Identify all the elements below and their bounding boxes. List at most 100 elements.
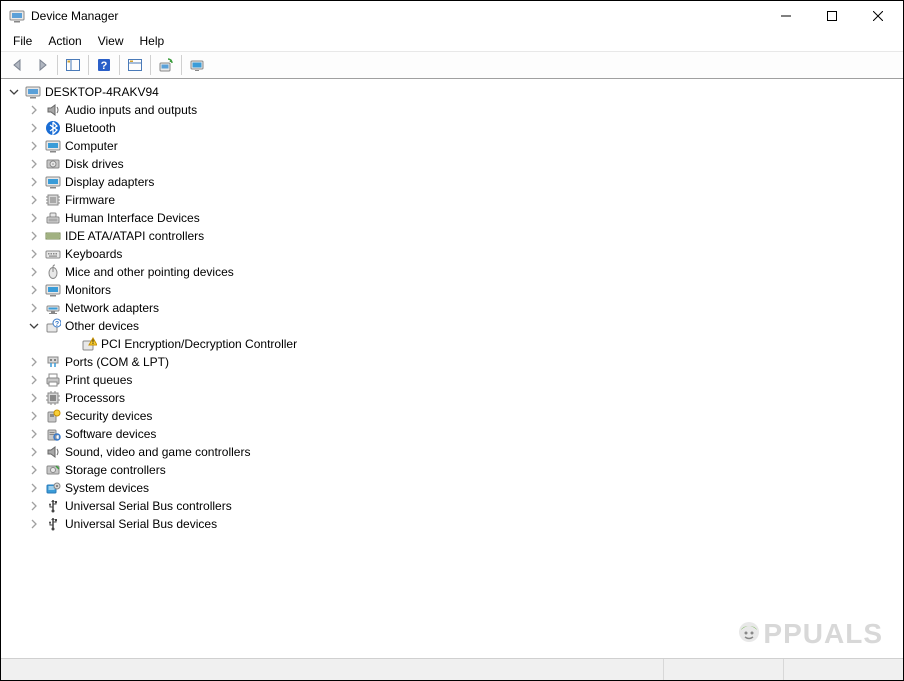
category-node[interactable]: Processors — [27, 389, 901, 407]
chevron-right-icon[interactable] — [27, 355, 41, 369]
maximize-button[interactable] — [809, 2, 855, 30]
category-node[interactable]: Firmware — [27, 191, 901, 209]
warning-icon: ! — [81, 336, 97, 352]
category-label: Monitors — [65, 283, 111, 297]
chevron-right-icon[interactable] — [27, 193, 41, 207]
category-node[interactable]: ?Other devices — [27, 317, 901, 335]
category-node[interactable]: Keyboards — [27, 245, 901, 263]
category-node[interactable]: Sound, video and game controllers — [27, 443, 901, 461]
chevron-right-icon[interactable] — [27, 265, 41, 279]
hid-icon — [45, 210, 61, 226]
category-node[interactable]: Monitors — [27, 281, 901, 299]
back-button[interactable] — [7, 54, 29, 76]
chevron-right-icon[interactable] — [27, 211, 41, 225]
category-node[interactable]: Print queues — [27, 371, 901, 389]
minimize-button[interactable] — [763, 2, 809, 30]
menu-file[interactable]: File — [5, 32, 40, 50]
printer-icon — [45, 372, 61, 388]
window-title: Device Manager — [31, 9, 763, 23]
category-label: Disk drives — [65, 157, 124, 171]
category-node[interactable]: Software devices — [27, 425, 901, 443]
system-icon — [45, 480, 61, 496]
category-node[interactable]: Security devices — [27, 407, 901, 425]
category-node[interactable]: Disk drives — [27, 155, 901, 173]
bluetooth-icon — [45, 120, 61, 136]
category-label: Bluetooth — [65, 121, 116, 135]
chevron-down-icon[interactable] — [7, 85, 21, 99]
chevron-right-icon[interactable] — [27, 103, 41, 117]
category-node[interactable]: Universal Serial Bus devices — [27, 515, 901, 533]
chevron-right-icon[interactable] — [27, 427, 41, 441]
toolbar-separator — [181, 55, 182, 75]
category-label: IDE ATA/ATAPI controllers — [65, 229, 204, 243]
properties-button[interactable] — [124, 54, 146, 76]
chevron-right-icon[interactable] — [27, 409, 41, 423]
category-label: Mice and other pointing devices — [65, 265, 234, 279]
security-icon — [45, 408, 61, 424]
svg-text:!: ! — [92, 340, 94, 346]
category-node[interactable]: System devices — [27, 479, 901, 497]
chip-icon — [45, 192, 61, 208]
category-label: Security devices — [65, 409, 152, 423]
mouse-icon — [45, 264, 61, 280]
category-node[interactable]: Mice and other pointing devices — [27, 263, 901, 281]
category-node[interactable]: Audio inputs and outputs — [27, 101, 901, 119]
titlebar: Device Manager — [1, 1, 903, 31]
category-label: Other devices — [65, 319, 139, 333]
update-driver-button[interactable] — [155, 54, 177, 76]
chevron-right-icon[interactable] — [27, 301, 41, 315]
disk-icon — [45, 156, 61, 172]
watermark-logo-icon — [733, 618, 765, 650]
category-node[interactable]: Universal Serial Bus controllers — [27, 497, 901, 515]
chevron-right-icon[interactable] — [27, 283, 41, 297]
root-node[interactable]: DESKTOP-4RAKV94 — [7, 83, 901, 101]
monitor-icon — [45, 138, 61, 154]
toolbar-separator — [119, 55, 120, 75]
status-cell — [783, 659, 903, 680]
toolbar-separator — [57, 55, 58, 75]
menu-action[interactable]: Action — [40, 32, 89, 50]
category-node[interactable]: Bluetooth — [27, 119, 901, 137]
chevron-right-icon[interactable] — [27, 121, 41, 135]
category-label: Audio inputs and outputs — [65, 103, 197, 117]
chevron-down-icon[interactable] — [27, 319, 41, 333]
help-button[interactable]: ? — [93, 54, 115, 76]
port-icon — [45, 354, 61, 370]
toolbar-separator — [150, 55, 151, 75]
category-node[interactable]: Computer — [27, 137, 901, 155]
category-label: Sound, video and game controllers — [65, 445, 250, 459]
category-node[interactable]: Display adapters — [27, 173, 901, 191]
category-label: Storage controllers — [65, 463, 166, 477]
chevron-right-icon[interactable] — [27, 499, 41, 513]
device-tree[interactable]: DESKTOP-4RAKV94 Audio inputs and outputs… — [1, 79, 903, 658]
menu-view[interactable]: View — [90, 32, 132, 50]
chevron-right-icon[interactable] — [27, 157, 41, 171]
category-node[interactable]: Human Interface Devices — [27, 209, 901, 227]
category-node[interactable]: IDE ATA/ATAPI controllers — [27, 227, 901, 245]
menu-help[interactable]: Help — [132, 32, 173, 50]
chevron-right-icon[interactable] — [27, 517, 41, 531]
category-label: Processors — [65, 391, 125, 405]
close-button[interactable] — [855, 2, 901, 30]
device-node[interactable]: !PCI Encryption/Decryption Controller — [63, 335, 901, 353]
root-label: DESKTOP-4RAKV94 — [45, 85, 159, 99]
show-hide-tree-button[interactable] — [62, 54, 84, 76]
chevron-right-icon[interactable] — [27, 139, 41, 153]
chevron-right-icon[interactable] — [27, 391, 41, 405]
chevron-right-icon[interactable] — [27, 175, 41, 189]
forward-button[interactable] — [31, 54, 53, 76]
scan-hardware-button[interactable] — [186, 54, 208, 76]
category-node[interactable]: Storage controllers — [27, 461, 901, 479]
category-node[interactable]: Ports (COM & LPT) — [27, 353, 901, 371]
chevron-right-icon[interactable] — [27, 229, 41, 243]
category-label: Print queues — [65, 373, 132, 387]
chevron-right-icon[interactable] — [27, 445, 41, 459]
category-label: Software devices — [65, 427, 156, 441]
chevron-right-icon[interactable] — [27, 463, 41, 477]
category-label: Firmware — [65, 193, 115, 207]
chevron-right-icon[interactable] — [27, 247, 41, 261]
category-node[interactable]: Network adapters — [27, 299, 901, 317]
chevron-right-icon[interactable] — [27, 373, 41, 387]
chevron-right-icon[interactable] — [27, 481, 41, 495]
storage-icon — [45, 462, 61, 478]
